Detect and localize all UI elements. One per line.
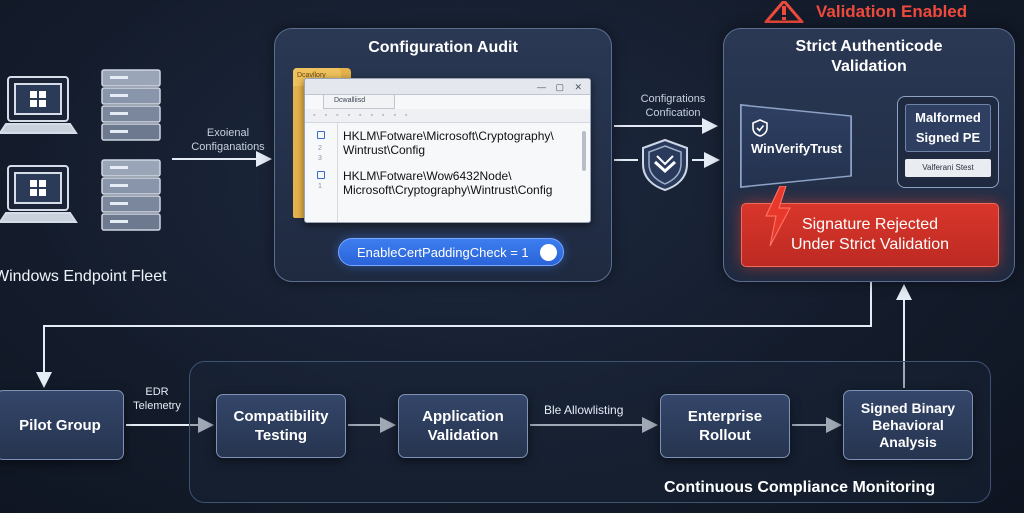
warning-triangle-icon [764, 1, 804, 23]
shield-icon [752, 119, 768, 137]
stage-application-validation[interactable]: Application Validation [398, 394, 528, 458]
malformed-pe-label: Malformed Signed PE [905, 108, 991, 148]
stage-label: Signed Binary Behavioral Analysis [860, 399, 956, 450]
external-configurations-label: Exoienal Configanations [191, 127, 265, 153]
toggle-label: EnableCertPaddingCheck = 1 [357, 244, 529, 260]
malformed-tag: Valferani Stest [905, 159, 991, 177]
edr-telemetry-label: EDR Telemetry [133, 386, 181, 412]
monitoring-title: Continuous Compliance Monitoring [664, 479, 936, 496]
key-icon [317, 131, 325, 139]
stage-enterprise-rollout[interactable]: Enterprise Rollout [660, 394, 790, 458]
stage-compatibility-testing[interactable]: Compatibility Testing [216, 394, 346, 458]
stage-label: Application Validation [422, 408, 504, 444]
scrollbar[interactable] [582, 131, 586, 171]
configurations-confirmation-label: Configrations Confication [640, 93, 706, 119]
panel-title: Strict Authenticode Validation [795, 38, 943, 75]
shield-check-icon [642, 138, 688, 192]
window-toolbar: ◦◦◦◦◦◦◦◦◦ [305, 109, 590, 123]
line-number: 3 [318, 155, 322, 162]
toggle-knob[interactable] [540, 244, 557, 261]
laptop-icon [0, 165, 78, 223]
allowlisting-label: Ble Allowlisting [544, 403, 624, 417]
close-icon[interactable]: ✕ [574, 82, 582, 92]
stage-label: Enterprise Rollout [687, 408, 763, 444]
stage-label: Compatibility Testing [233, 408, 329, 444]
laptop-icon [0, 76, 78, 134]
registry-editor-window: — ▢ ✕ Dcwalliisd ◦◦◦◦◦◦◦◦◦ 2 3 HKLM\Fotw… [304, 78, 591, 223]
window-title-bar [305, 79, 590, 95]
maximize-icon[interactable]: ▢ [555, 82, 564, 92]
signed-pe-line: Signed PE [915, 130, 981, 145]
malformed-line: Malformed [915, 110, 981, 125]
stage-pilot-group[interactable]: Pilot Group [0, 390, 124, 460]
panel-title: Configuration Audit [368, 39, 518, 56]
winverifytrust-label: WinVerifyTrust [751, 141, 842, 156]
line-number: 1 [318, 183, 322, 190]
validation-banner: Validation Enabled [762, 0, 967, 24]
server-icon [101, 159, 161, 231]
banner-text: Validation Enabled [816, 2, 968, 21]
enable-cert-padding-toggle[interactable]: EnableCertPaddingCheck = 1 [338, 238, 564, 266]
window-tab[interactable]: Dcwalliisd [323, 95, 395, 109]
lightning-bolt-icon [765, 186, 791, 246]
line-number: 2 [318, 145, 322, 152]
registry-path[interactable]: HKLM\Fotware\Wow6432Node\ Microsoft\Cryp… [343, 169, 579, 197]
fleet-label: Windows Endpoint Fleet [0, 268, 167, 285]
key-icon [317, 171, 325, 179]
registry-path[interactable]: HKLM\Fotware\Microsoft\Cryptography\ Win… [343, 129, 579, 157]
stage-label: Pilot Group [19, 416, 101, 434]
windows-logo-icon [30, 180, 46, 196]
minimize-icon[interactable]: — [537, 82, 546, 92]
gutter-divider [337, 123, 338, 222]
stage-signed-binary-analysis[interactable]: Signed Binary Behavioral Analysis [843, 390, 973, 460]
server-icon [101, 69, 161, 141]
windows-logo-icon [30, 91, 46, 107]
